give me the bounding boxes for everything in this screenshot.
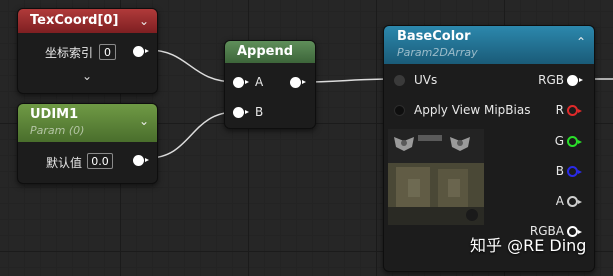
input-a-label: A — [255, 75, 264, 89]
chevron-down-icon[interactable]: ⌄ — [139, 14, 149, 28]
node-subtitle: Param (0) — [30, 124, 85, 137]
default-value-label: 默认值 — [46, 156, 83, 170]
texcoord-output-pin[interactable] — [133, 46, 149, 57]
append-input-a-pin[interactable] — [233, 77, 249, 88]
append-output-pin[interactable] — [290, 77, 306, 88]
g-output-label: G — [554, 134, 564, 148]
g-output-pin[interactable] — [567, 136, 582, 147]
udim-node-header[interactable]: UDIM1 Param (0) ⌄ — [18, 104, 157, 142]
uvs-label: UVs — [414, 73, 438, 87]
append-node[interactable]: Append A B — [224, 40, 316, 129]
apply-view-mipbias-label: Apply View MipBias — [414, 103, 531, 117]
watermark-text: 知乎 @RE Ding — [470, 236, 587, 255]
udim-output-pin[interactable] — [133, 155, 149, 166]
append-input-b-pin[interactable] — [233, 107, 249, 118]
udim-param-node[interactable]: UDIM1 Param (0) ⌄ 默认值 0.0 — [17, 103, 158, 184]
rgb-output-pin[interactable] — [567, 75, 583, 86]
coordinate-index-field[interactable]: 0 — [99, 44, 116, 60]
input-b-label: B — [255, 105, 264, 119]
expand-chevron-icon[interactable]: ⌄ — [82, 69, 92, 83]
a-output-pin[interactable] — [567, 196, 582, 207]
apply-view-mipbias-pin[interactable] — [394, 105, 405, 116]
b-output-label: B — [555, 164, 564, 178]
append-node-header[interactable]: Append — [225, 41, 315, 63]
r-output-pin[interactable] — [567, 105, 582, 116]
basecolor-node-header[interactable]: BaseColor Param2DArray ⌃ — [384, 26, 594, 64]
texcoord-node-header[interactable]: TexCoord[0] ⌄ — [18, 9, 157, 33]
b-output-pin[interactable] — [567, 166, 582, 177]
texture-preview-thumbnail — [388, 129, 484, 225]
node-title: TexCoord[0] — [30, 13, 119, 28]
coordinate-index-label: 坐标索引 — [45, 46, 94, 60]
chevron-down-icon[interactable]: ⌄ — [139, 114, 149, 128]
texcoord-node[interactable]: TexCoord[0] ⌄ 坐标索引 0 ⌄ — [17, 8, 158, 94]
uvs-input-pin[interactable] — [394, 75, 405, 86]
rgb-output-label: RGB — [538, 73, 564, 87]
r-output-label: R — [555, 103, 564, 117]
wire-texcoord-to-append-a — [147, 49, 237, 83]
wire-udim-to-append-b — [147, 111, 237, 159]
chevron-up-icon[interactable]: ⌃ — [576, 35, 586, 49]
node-title: BaseColor — [397, 29, 471, 44]
node-title: Append — [237, 44, 294, 59]
a-output-label: A — [555, 194, 564, 208]
node-subtitle: Param2DArray — [397, 46, 478, 59]
node-title: UDIM1 — [30, 107, 79, 122]
default-value-field[interactable]: 0.0 — [87, 153, 113, 169]
